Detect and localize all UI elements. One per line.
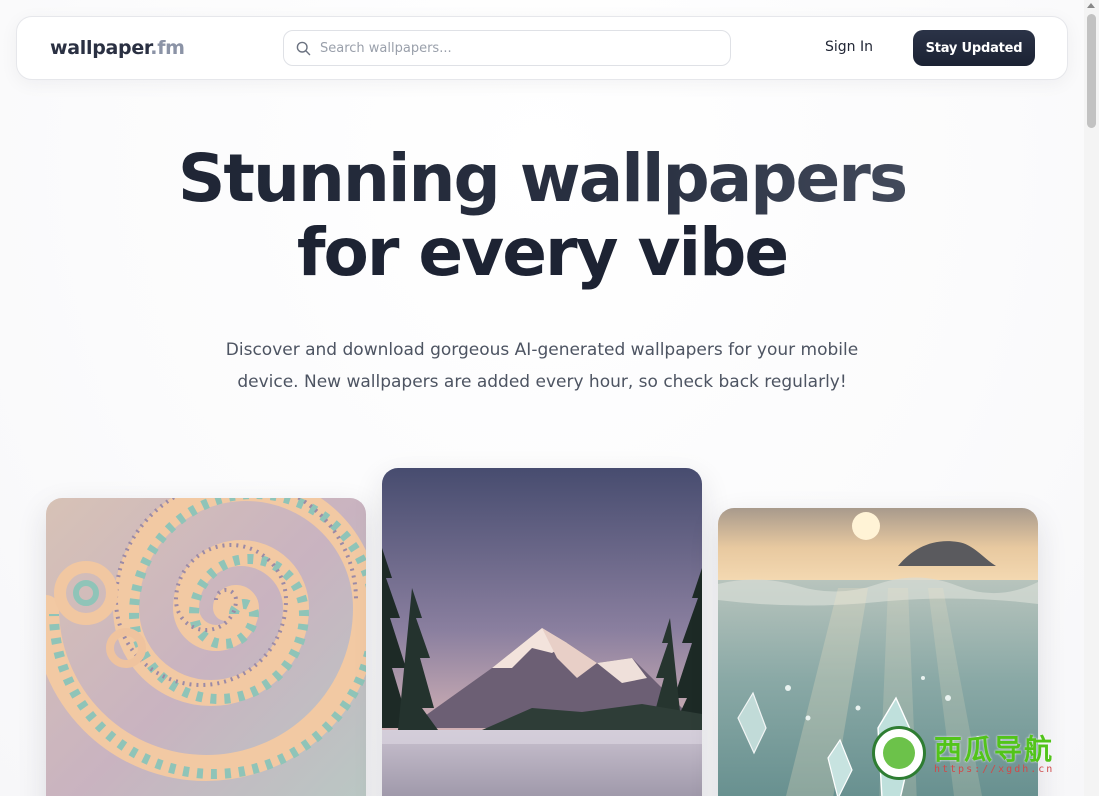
page-scrollbar[interactable] <box>1084 0 1099 796</box>
logo-extension: .fm <box>150 37 185 59</box>
scroll-up-arrow-icon[interactable] <box>1087 3 1095 8</box>
wallpaper-card-fractal[interactable] <box>46 498 366 796</box>
hero-subtitle: Discover and download gorgeous AI-genera… <box>225 340 859 392</box>
hero-title-line-1: Stunning wallpapers <box>0 142 1084 216</box>
search-box[interactable] <box>283 30 731 66</box>
sign-in-link[interactable]: Sign In <box>825 39 873 55</box>
navbar: wallpaper.fm Sign In Stay Updated <box>16 16 1068 80</box>
watermark-url: https://xgdh.cn <box>934 764 1055 775</box>
wallpaper-image <box>382 468 702 796</box>
wallpaper-image <box>46 498 366 796</box>
search-input[interactable] <box>320 31 720 65</box>
hero-title-line-2: for every vibe <box>296 214 789 291</box>
logo[interactable]: wallpaper.fm <box>50 37 185 59</box>
logo-text: wallpaper <box>50 37 151 59</box>
stay-updated-button[interactable]: Stay Updated <box>913 30 1035 66</box>
watermark: 西瓜导航 https://xgdh.cn <box>872 724 1084 784</box>
search-icon <box>296 41 311 56</box>
wallpaper-card-mountain[interactable] <box>382 468 702 796</box>
page: wallpaper.fm Sign In Stay Updated Stunni… <box>0 0 1084 796</box>
scrollbar-thumb[interactable] <box>1087 14 1096 128</box>
watermark-logo-icon <box>872 726 926 780</box>
hero-title: Stunning wallpapers for every vibe <box>0 142 1084 290</box>
watermark-text: 西瓜导航 <box>934 733 1055 766</box>
